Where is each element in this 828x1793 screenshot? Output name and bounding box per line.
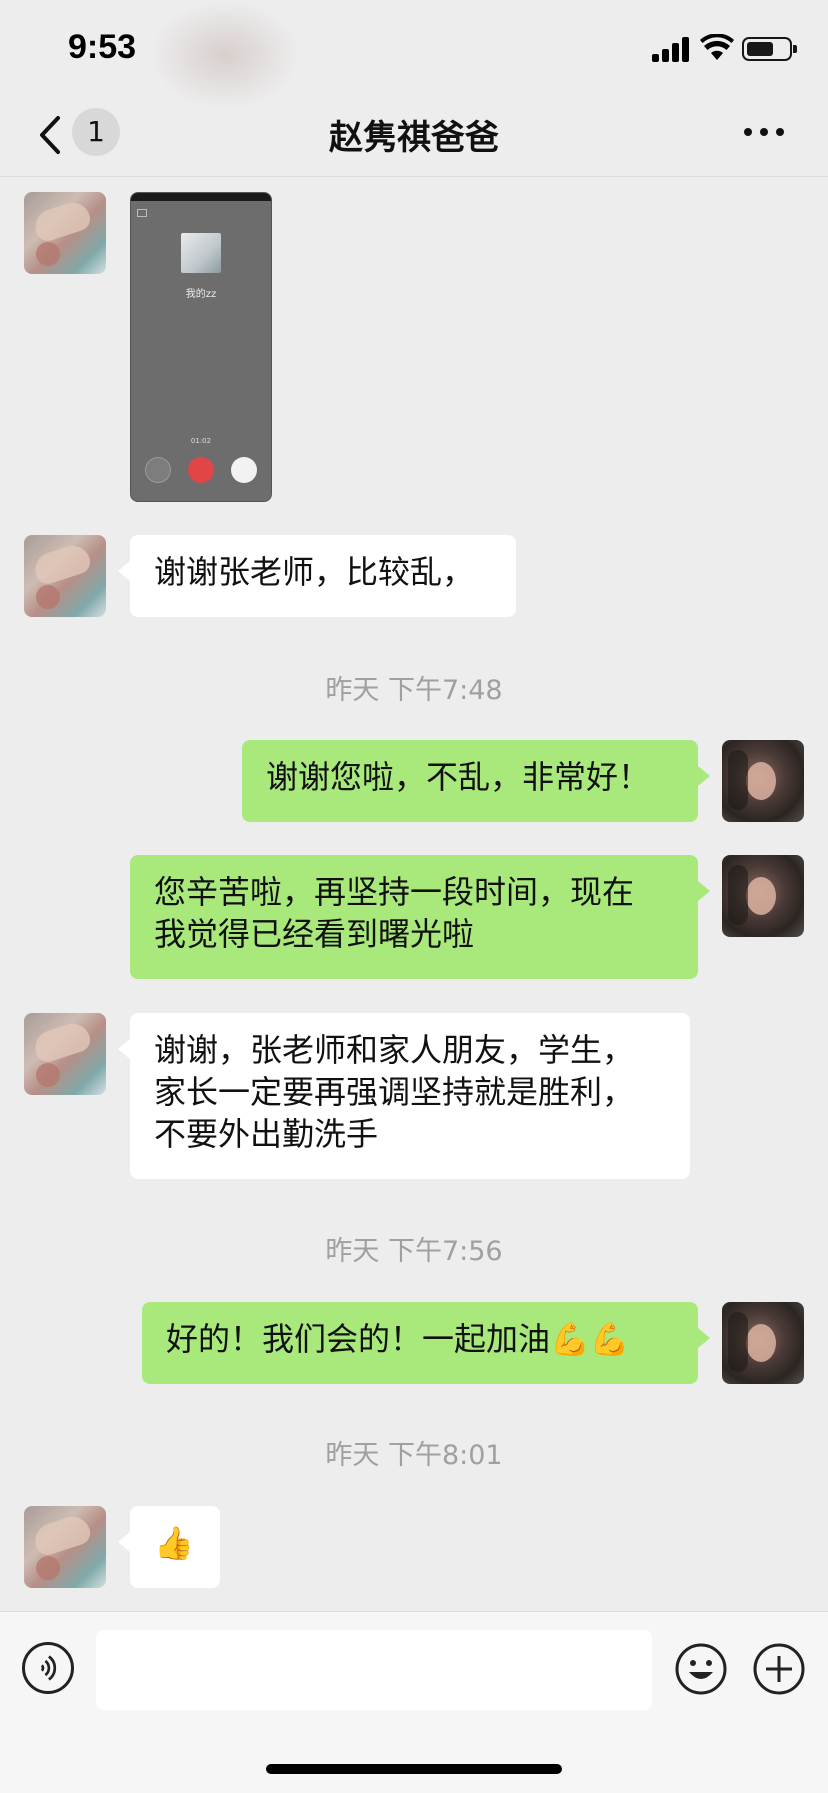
contact-avatar[interactable] (24, 192, 106, 274)
cellular-signal-icon (652, 36, 692, 62)
thumb-speaker-icon (231, 457, 257, 483)
message-bubble-received[interactable]: 谢谢张老师，比较乱， (118, 535, 516, 617)
self-avatar[interactable] (722, 855, 804, 937)
message-bubble-received[interactable]: 谢谢，张老师和家人朋友，学生， 家长一定要再强调坚持就是胜利， 不要外出勤洗手 (118, 1013, 690, 1179)
self-avatar[interactable] (722, 1302, 804, 1384)
thumb-contact-name: 我的zz (185, 289, 217, 300)
thumb-hangup-icon (188, 457, 214, 483)
wifi-icon (700, 34, 734, 60)
thumb-status-bar (131, 193, 271, 201)
battery-icon (742, 37, 797, 61)
message-timestamp: 昨天 下午7:56 (325, 1236, 503, 1267)
status-bar: 9:53 (0, 0, 828, 110)
more-options-icon[interactable] (744, 128, 784, 138)
minimize-icon (137, 209, 147, 217)
thumb-mute-icon (145, 457, 171, 483)
contact-avatar[interactable] (24, 1013, 106, 1095)
message-timestamp: 昨天 下午7:48 (325, 675, 503, 706)
status-time: 9:53 (68, 28, 137, 66)
home-indicator[interactable] (266, 1764, 562, 1774)
voice-input-icon[interactable] (22, 1642, 74, 1694)
message-bubble-received[interactable]: 👍 (118, 1506, 220, 1588)
message-bubble-sent[interactable]: 您辛苦啦，再坚持一段时间，现在 我觉得已经看到曙光啦 (130, 855, 710, 979)
chat-title: 赵隽祺爸爸 (329, 118, 499, 158)
plus-icon[interactable] (752, 1642, 806, 1696)
blurred-region (150, 0, 300, 110)
thumb-contact-picture (181, 233, 221, 273)
emoji-icon[interactable] (674, 1642, 728, 1696)
message-bubble-sent[interactable]: 谢谢您啦，不乱，非常好！ (242, 740, 710, 822)
self-avatar[interactable] (722, 740, 804, 822)
contact-avatar[interactable] (24, 1506, 106, 1588)
thumb-call-duration: 01:02 (190, 437, 212, 445)
call-screenshot-image[interactable]: 我的zz 01:02 (130, 192, 272, 502)
contact-avatar[interactable] (24, 535, 106, 617)
message-bubble-sent[interactable]: 好的！我们会的！一起加油💪💪 (142, 1302, 710, 1384)
chat-header: 1 赵隽祺爸爸 (0, 96, 828, 177)
message-input[interactable] (96, 1630, 652, 1710)
message-timestamp: 昨天 下午8:01 (325, 1440, 503, 1471)
